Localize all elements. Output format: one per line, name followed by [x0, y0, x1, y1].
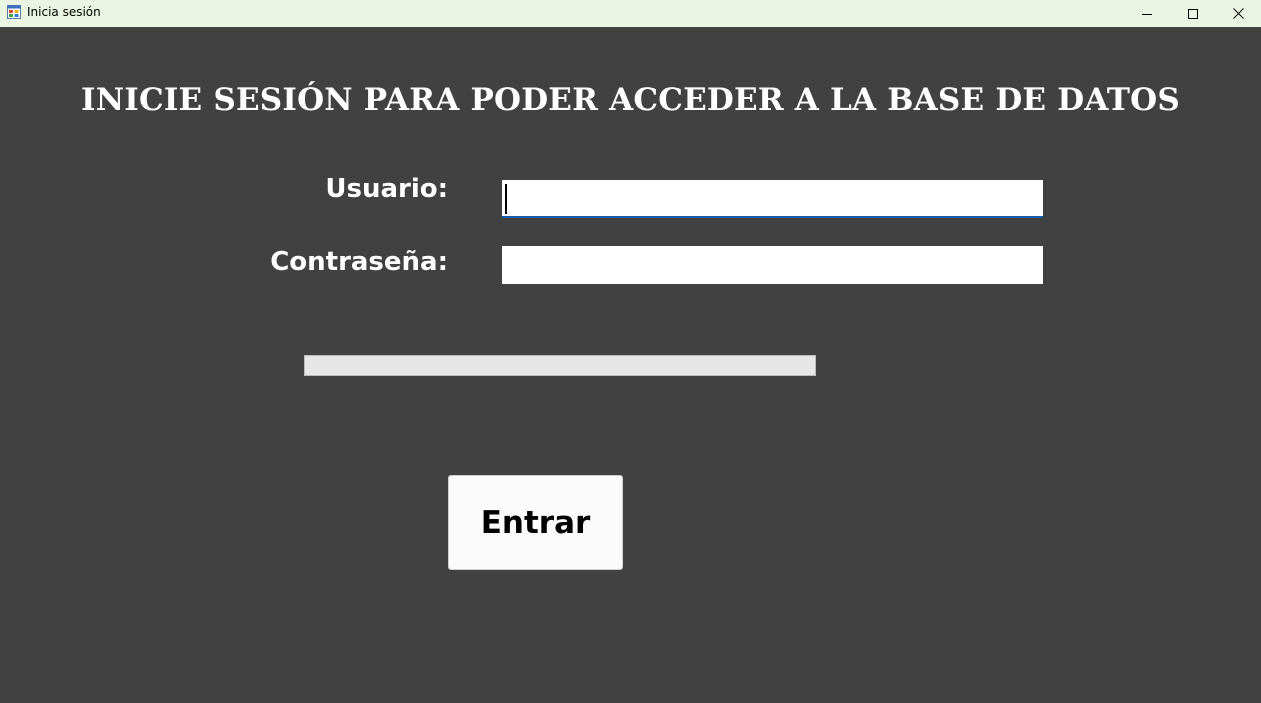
minimize-button[interactable]: [1124, 0, 1170, 27]
password-input[interactable]: [502, 246, 1043, 284]
close-button[interactable]: [1215, 0, 1261, 27]
login-window: Inicia sesión INICIE SESIÓN PARA PODER A…: [0, 0, 1261, 703]
user-input[interactable]: [502, 180, 1043, 218]
page-title: INICIE SESIÓN PARA PODER ACCEDER A LA BA…: [81, 82, 1180, 118]
user-label: Usuario:: [325, 174, 448, 204]
login-progress-bar: [304, 355, 816, 376]
maximize-button[interactable]: [1170, 0, 1216, 27]
minimize-icon: [1142, 9, 1152, 19]
maximize-icon: [1188, 8, 1198, 19]
window-title: Inicia sesión: [27, 5, 101, 19]
form-body: INICIE SESIÓN PARA PODER ACCEDER A LA BA…: [0, 27, 1261, 703]
title-bar[interactable]: Inicia sesión: [0, 0, 1261, 27]
enter-button[interactable]: Entrar: [448, 475, 623, 570]
text-caret: [505, 184, 507, 214]
password-label: Contraseña:: [270, 247, 448, 277]
windows-form-icon: [7, 5, 21, 19]
close-icon: [1232, 8, 1244, 19]
